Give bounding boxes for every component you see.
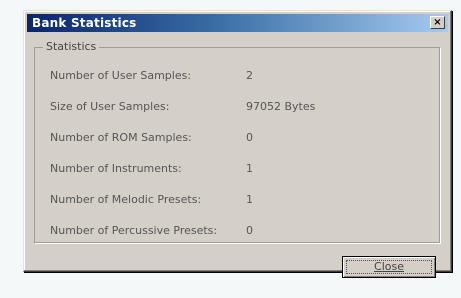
focus-rect bbox=[346, 260, 432, 274]
window-title: Bank Statistics bbox=[32, 16, 137, 30]
stat-value: 2 bbox=[246, 69, 253, 82]
stat-label: Number of Melodic Presets: bbox=[50, 193, 202, 206]
stat-value: 1 bbox=[246, 193, 253, 206]
stat-label: Number of Instruments: bbox=[50, 162, 182, 175]
close-icon[interactable]: × bbox=[430, 16, 445, 29]
close-button[interactable]: Close bbox=[342, 256, 436, 278]
stat-label: Number of ROM Samples: bbox=[50, 131, 192, 144]
stat-label: Number of User Samples: bbox=[50, 69, 192, 82]
stat-value: 0 bbox=[246, 131, 253, 144]
stat-label: Size of User Samples: bbox=[50, 100, 170, 113]
stat-value: 97052 Bytes bbox=[246, 100, 316, 113]
stat-value: 0 bbox=[246, 224, 253, 237]
title-bar[interactable]: Bank Statistics × bbox=[27, 14, 448, 32]
stat-label: Number of Percussive Presets: bbox=[50, 224, 218, 237]
statistics-groupbox: Statistics Number of User Samples: 2 Siz… bbox=[34, 40, 440, 243]
bank-statistics-dialog: Bank Statistics × Statistics Number of U… bbox=[23, 10, 452, 278]
groupbox-label: Statistics bbox=[43, 40, 100, 54]
stat-value: 1 bbox=[246, 162, 253, 175]
